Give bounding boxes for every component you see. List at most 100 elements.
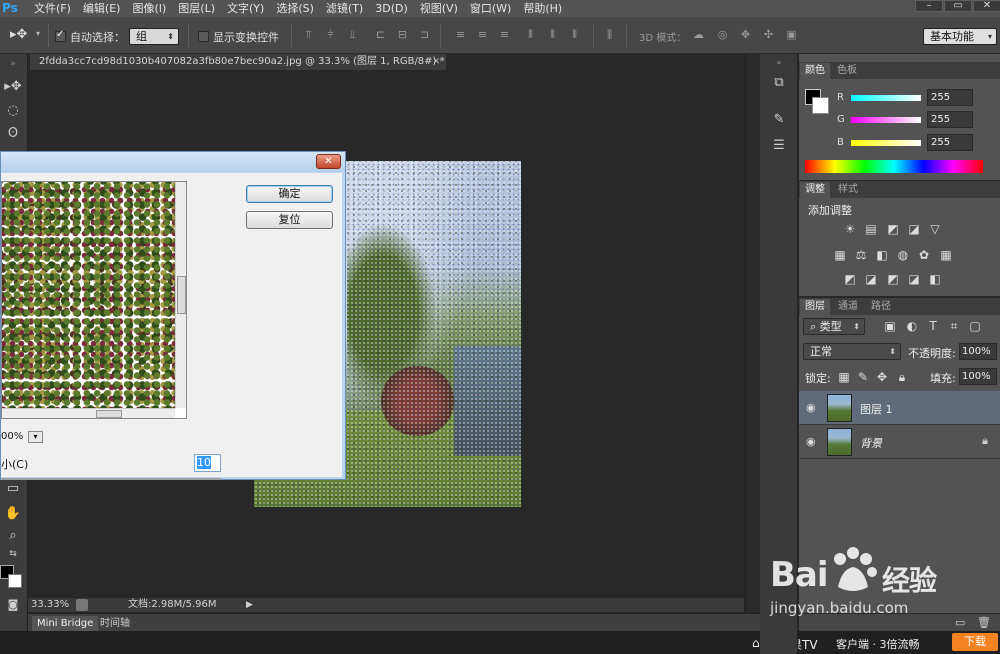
green-slider[interactable]: G 255 — [837, 111, 1000, 131]
selective-color-icon[interactable]: ◪ — [907, 273, 921, 286]
opacity-field[interactable]: 100% — [959, 343, 997, 360]
3d-scale-icon[interactable]: ▣ — [786, 29, 797, 40]
blue-value[interactable]: 255 — [927, 134, 973, 151]
swap-colors-icon[interactable]: ⇆ — [2, 544, 24, 564]
zoom-dropdown-icon[interactable]: ▾ — [28, 431, 43, 443]
blue-slider-track[interactable] — [851, 140, 921, 146]
new-layer-icon[interactable]: ▭ — [955, 616, 965, 629]
workspace-dropdown[interactable]: 基本功能 ▾ — [923, 28, 997, 45]
menu-view[interactable]: 视图(V) — [414, 0, 464, 17]
tab-timeline[interactable]: 时间轴 — [95, 616, 135, 632]
preview-horizontal-scrollbar[interactable] — [2, 408, 175, 418]
menu-select[interactable]: 选择(S) — [270, 0, 320, 17]
align-hcenter-icon[interactable]: ⊟ — [397, 29, 408, 40]
levels-icon[interactable]: ▤ — [864, 223, 878, 236]
layer-name[interactable]: 图层 1 — [860, 401, 893, 417]
tab-color[interactable]: 颜色 — [800, 63, 830, 79]
status-menu-arrow-icon[interactable]: ▶ — [246, 598, 253, 612]
hue-saturation-icon[interactable]: ▦ — [833, 249, 847, 262]
distribute-vcenter-icon[interactable]: ≡ — [477, 29, 488, 40]
red-slider-track[interactable] — [851, 95, 921, 101]
cell-size-input[interactable]: 10 — [194, 454, 221, 472]
lasso-tool-icon[interactable]: ʘ — [2, 124, 24, 144]
brush-presets-icon[interactable]: ✎ — [768, 111, 790, 129]
download-button[interactable]: 下载 — [952, 633, 998, 651]
distribute-hcenter-icon[interactable]: ⦀ — [547, 29, 558, 40]
distribute-top-icon[interactable]: ≡ — [455, 29, 466, 40]
status-info-icon[interactable] — [76, 599, 88, 611]
document-tab[interactable]: 2fdda3cc7cd98d1030b407082a3fb80e7bec90a2… — [30, 54, 446, 70]
layer-row[interactable]: ◉ 图层 1 — [799, 391, 1000, 425]
vibrance-icon[interactable]: ▽ — [928, 223, 942, 236]
3d-rotate-icon[interactable]: ☁ — [693, 29, 704, 40]
tab-mini-bridge[interactable]: Mini Bridge — [32, 616, 99, 632]
red-slider[interactable]: R 255 — [837, 89, 1000, 109]
background-color-swatch[interactable] — [812, 97, 829, 114]
close-icon[interactable]: ✕ — [316, 154, 341, 169]
align-vcenter-icon[interactable]: ⫩ — [325, 29, 336, 40]
close-icon[interactable]: ✕ — [432, 54, 440, 70]
layer-row[interactable]: ◉ 背景 🔒︎ — [799, 425, 1000, 459]
gradient-map-icon[interactable]: ◧ — [928, 273, 942, 286]
dialog-titlebar[interactable]: ✕ — [1, 152, 345, 172]
ok-button[interactable]: 确定 — [246, 185, 333, 203]
align-bottom-icon[interactable]: ⫫ — [347, 29, 358, 40]
lock-image-icon[interactable]: ✎ — [856, 371, 870, 384]
lock-position-icon[interactable]: ✥ — [875, 371, 889, 384]
scroll-thumb[interactable] — [96, 410, 122, 418]
eye-icon[interactable]: ◉ — [806, 435, 816, 448]
green-slider-track[interactable] — [851, 117, 921, 123]
distribute-left-icon[interactable]: ⦀ — [525, 29, 536, 40]
tab-paths[interactable]: 路径 — [866, 299, 896, 315]
reset-button[interactable]: 复位 — [246, 211, 333, 229]
photo-filter-icon[interactable]: ◍ — [896, 249, 910, 262]
rectangle-tool-icon[interactable]: ▭ — [2, 479, 24, 499]
history-icon[interactable]: ⧉ — [768, 74, 790, 92]
filter-preview[interactable] — [1, 181, 187, 419]
background-color-swatch[interactable] — [8, 574, 22, 588]
show-transform-checkbox[interactable] — [198, 31, 209, 42]
preview-vertical-scrollbar[interactable] — [175, 182, 186, 408]
minimize-button[interactable]: – — [915, 0, 943, 12]
tool-preset-dropdown-icon[interactable]: ▾ — [36, 29, 40, 38]
cell-size-slider-track[interactable] — [1, 478, 222, 480]
filter-adjustment-icon[interactable]: ◐ — [905, 320, 919, 333]
align-left-icon[interactable]: ⊏ — [375, 29, 386, 40]
menu-filter[interactable]: 滤镜(T) — [320, 0, 369, 17]
zoom-level[interactable]: 33.33% — [31, 598, 69, 612]
menu-edit[interactable]: 编辑(E) — [77, 0, 127, 17]
tab-styles[interactable]: 样式 — [833, 182, 863, 198]
move-tool-icon[interactable]: ▸✥ — [2, 77, 24, 97]
3d-roll-icon[interactable]: ◎ — [717, 29, 728, 40]
layer-filter-dropdown[interactable]: ⌕ 类型 ⬍ — [803, 318, 865, 335]
align-top-icon[interactable]: ⫪ — [303, 29, 314, 40]
red-value[interactable]: 255 — [927, 89, 973, 106]
filter-smart-object-icon[interactable]: ▢ — [968, 320, 982, 333]
posterize-icon[interactable]: ◪ — [864, 273, 878, 286]
canvas-vertical-scrollbar[interactable] — [745, 54, 759, 612]
move-tool-icon[interactable]: ▸✥ — [10, 27, 27, 42]
collapse-arrows-icon[interactable]: » — [2, 54, 24, 74]
zoom-tool-icon[interactable]: ⌕ — [2, 526, 24, 546]
close-window-button[interactable]: ✕ — [973, 0, 1000, 12]
trash-icon[interactable]: 🗑︎ — [977, 616, 991, 629]
color-lookup-icon[interactable]: ▦ — [939, 249, 953, 262]
invert-icon[interactable]: ◩ — [843, 273, 857, 286]
3d-pan-icon[interactable]: ✥ — [740, 29, 751, 40]
menu-layer[interactable]: 图层(L) — [172, 0, 221, 17]
brightness-icon[interactable]: ☀ — [843, 223, 857, 236]
restore-button[interactable]: ▭ — [944, 0, 972, 12]
collapse-arrows-icon[interactable]: « — [768, 54, 790, 72]
distribute-right-icon[interactable]: ⦀ — [569, 29, 580, 40]
filter-shape-icon[interactable]: ⌗ — [947, 320, 961, 333]
align-right-icon[interactable]: ⊐ — [419, 29, 430, 40]
layer-name[interactable]: 背景 — [860, 435, 882, 451]
black-white-icon[interactable]: ◧ — [875, 249, 889, 262]
scroll-thumb[interactable] — [177, 276, 186, 314]
color-balance-icon[interactable]: ⚖ — [854, 249, 868, 262]
marquee-tool-icon[interactable]: ◌ — [2, 101, 24, 121]
menu-file[interactable]: 文件(F) — [28, 0, 77, 17]
properties-icon[interactable]: ☰ — [768, 137, 790, 155]
tab-layers[interactable]: 图层 — [800, 299, 830, 315]
auto-align-icon[interactable]: ⫼ — [604, 29, 615, 40]
